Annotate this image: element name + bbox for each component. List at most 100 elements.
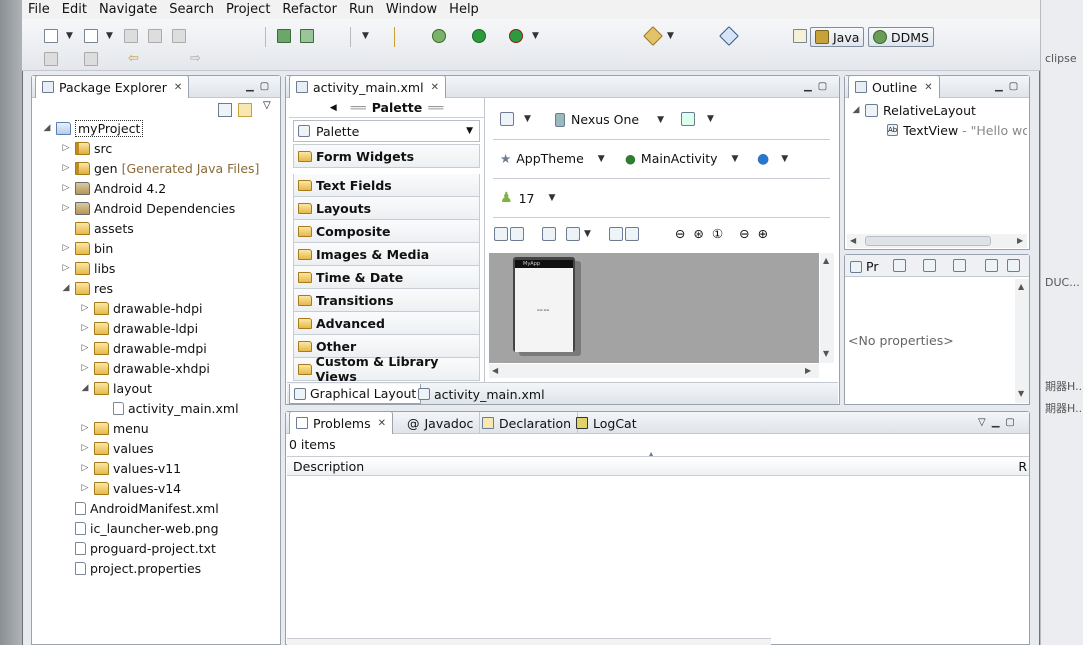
back-arrow-icon[interactable]: ⇦: [128, 51, 139, 66]
close-icon[interactable]: ✕: [174, 82, 182, 93]
scroll-right-icon[interactable]: ▶: [805, 366, 811, 375]
tree-item[interactable]: ◢ myProject: [32, 118, 280, 138]
new-package-icon[interactable]: [84, 29, 98, 43]
new-icon[interactable]: [44, 29, 58, 43]
save-all-icon[interactable]: [148, 29, 162, 43]
expand-icon[interactable]: ▷: [61, 203, 71, 213]
advanced-icon[interactable]: [953, 259, 966, 272]
next-annotation-icon[interactable]: [44, 52, 58, 66]
locale-dropdown[interactable]: ● ▼: [757, 151, 788, 167]
expand-icon[interactable]: ▷: [61, 143, 71, 153]
scroll-down-icon[interactable]: ▼: [823, 349, 829, 358]
chevron-down-icon[interactable]: ▼: [362, 31, 369, 41]
wand-icon[interactable]: [643, 26, 663, 46]
expand-icon[interactable]: ◢: [42, 123, 52, 133]
scroll-thumb[interactable]: [865, 236, 991, 246]
palette-category[interactable]: Transitions: [293, 289, 480, 312]
tree-item[interactable]: ▷ drawable-ldpi: [32, 318, 280, 338]
print-icon[interactable]: [172, 29, 186, 43]
menu-file[interactable]: File: [22, 2, 56, 17]
zoom-out-icon[interactable]: ⊖: [739, 226, 749, 241]
expand-icon[interactable]: ▷: [80, 483, 90, 493]
theme-dropdown[interactable]: ★ AppTheme ▼: [500, 151, 605, 166]
palette-dropdown[interactable]: Palette ▼: [293, 120, 480, 142]
palette-category[interactable]: Images & Media: [293, 243, 480, 266]
outline-hscroll[interactable]: ◀ ▶: [847, 234, 1027, 248]
expand-icon[interactable]: ▷: [80, 303, 90, 313]
prev-annotation-icon[interactable]: [84, 52, 98, 66]
palette-category[interactable]: Custom & Library Views: [293, 354, 480, 384]
expand-icon[interactable]: ▷: [61, 163, 71, 173]
minimize-maximize-icon[interactable]: ▁▢: [804, 81, 833, 92]
collapse-all-icon[interactable]: [218, 103, 232, 117]
android-sdk-manager-icon[interactable]: [277, 29, 291, 43]
minimize-maximize-icon[interactable]: ▁▢: [246, 81, 275, 92]
tab-logcat[interactable]: LogCat: [570, 412, 643, 434]
palette-category[interactable]: Composite: [293, 220, 480, 243]
canvas-hscroll[interactable]: ◀ ▶: [489, 364, 819, 378]
menu-run[interactable]: Run: [343, 2, 380, 17]
tree-item[interactable]: ▷ values-v14: [32, 478, 280, 498]
expand-icon[interactable]: ▷: [80, 423, 90, 433]
link-with-editor-icon[interactable]: [238, 103, 252, 117]
tree-item[interactable]: ▷ bin: [32, 238, 280, 258]
activity-dropdown[interactable]: ● MainActivity ▼: [625, 151, 738, 166]
zoom-100-icon[interactable]: ①: [712, 226, 723, 241]
debug-icon[interactable]: [432, 29, 446, 43]
tab-javadoc[interactable]: @ Javadoc: [401, 412, 481, 434]
device-screen[interactable]: ▬▬ ▬▬: [515, 268, 573, 352]
tree-item[interactable]: ▷ drawable-hdpi: [32, 298, 280, 318]
chevron-down-icon[interactable]: ▼: [584, 229, 591, 239]
tree-item[interactable]: ▷ drawable-xhdpi: [32, 358, 280, 378]
palette-category[interactable]: Time & Date: [293, 266, 480, 289]
tab-declaration[interactable]: Declaration: [476, 412, 579, 434]
chevron-down-icon[interactable]: ▼: [66, 31, 73, 41]
layout-canvas[interactable]: MyApp ▬▬ ▬▬: [489, 253, 819, 363]
expand-icon[interactable]: ▷: [80, 363, 90, 373]
sort-az-icon[interactable]: [923, 259, 936, 272]
expand-icon[interactable]: ▷: [61, 263, 71, 273]
zoom-in-icon[interactable]: ⊕: [758, 226, 768, 241]
expand-icon[interactable]: ▷: [61, 183, 71, 193]
menu-help[interactable]: Help: [443, 2, 485, 17]
filter-icon[interactable]: [893, 259, 906, 272]
scroll-up-icon[interactable]: ▲: [823, 256, 829, 265]
collapse-left-icon[interactable]: ◀: [330, 103, 337, 113]
close-icon[interactable]: ✕: [431, 82, 439, 93]
external-tools-icon[interactable]: [509, 29, 523, 43]
tree-item[interactable]: AndroidManifest.xml: [32, 498, 280, 518]
menu-window[interactable]: Window: [380, 2, 443, 17]
perspective-java[interactable]: Java: [810, 27, 865, 47]
tree-item[interactable]: ▷ values-v11: [32, 458, 280, 478]
tree-item[interactable]: ▷ libs: [32, 258, 280, 278]
view-menu-minimize-maximize-icon[interactable]: ▽▁▢: [978, 417, 1021, 428]
scroll-up-icon[interactable]: ▲: [1018, 282, 1024, 291]
expand-icon[interactable]: ▷: [61, 243, 71, 253]
properties-vscroll[interactable]: ▲ ▼: [1015, 279, 1029, 403]
chevron-down-icon[interactable]: ▼: [667, 31, 674, 41]
fill-width-icon[interactable]: [494, 226, 508, 241]
scroll-left-icon[interactable]: ◀: [850, 236, 856, 245]
tree-item[interactable]: ▷ src: [32, 138, 280, 158]
expand-icon[interactable]: ◢: [851, 105, 861, 115]
tree-item[interactable]: ▷ Android 4.2: [32, 178, 280, 198]
config-chooser[interactable]: ▼: [500, 112, 531, 126]
pin-icon[interactable]: [719, 26, 739, 46]
menu-navigate[interactable]: Navigate: [93, 2, 163, 17]
fill-height-icon[interactable]: [510, 226, 524, 241]
device-dropdown[interactable]: Nexus One ▼: [555, 112, 664, 127]
expand-icon[interactable]: ▷: [80, 323, 90, 333]
tree-item[interactable]: project.properties: [32, 558, 280, 578]
menu-search[interactable]: Search: [163, 2, 220, 17]
scroll-right-icon[interactable]: ▶: [1017, 236, 1023, 245]
tab-graphical-layout[interactable]: Graphical Layout: [289, 384, 422, 404]
tree-item[interactable]: ▷ menu: [32, 418, 280, 438]
column-description[interactable]: Description: [293, 459, 364, 474]
run-icon[interactable]: [472, 29, 486, 43]
expand-icon[interactable]: ▷: [80, 343, 90, 353]
chevron-down-icon[interactable]: ▼: [532, 31, 539, 41]
menu-refactor[interactable]: Refactor: [276, 2, 343, 17]
scroll-down-icon[interactable]: ▼: [1018, 389, 1024, 398]
layout-width-icon[interactable]: [566, 226, 580, 241]
column-resource[interactable]: R: [1018, 457, 1027, 476]
